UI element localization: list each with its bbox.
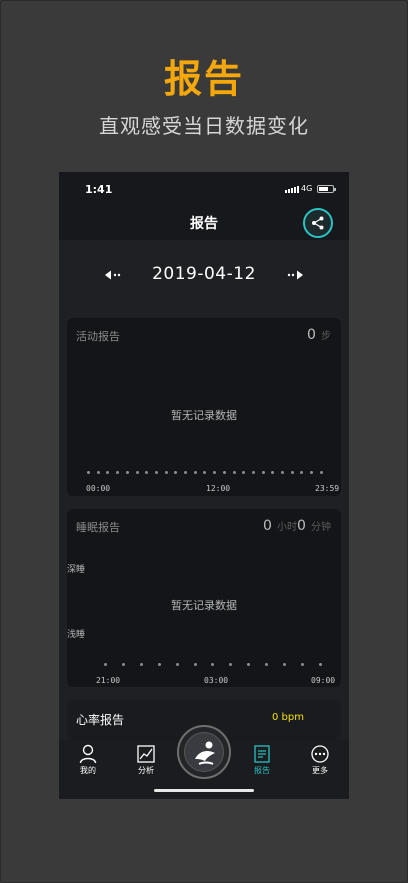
light-sleep-label: 浅睡: [67, 630, 86, 640]
sleep-title: 睡眠报告: [76, 521, 120, 534]
sleep-report-card[interactable]: 睡眠报告 0 小时0 分钟 深睡 暂无记录数据 浅睡 21:00 03:00 0…: [67, 509, 341, 687]
report-icon: [254, 745, 270, 763]
chart-icon: [137, 745, 155, 763]
status-bar: 1:41 4G: [59, 172, 349, 208]
activity-report-card[interactable]: 活动报告 0 步 暂无记录数据 00:00 12:00 23:59: [67, 318, 341, 496]
more-icon: [311, 745, 329, 763]
heart-title: 心率报告: [76, 713, 125, 727]
share-button[interactable]: [303, 208, 333, 238]
status-time: 1:41: [85, 183, 113, 196]
activity-tick-mid: 12:00: [206, 484, 231, 493]
sleep-hours-unit: 小时: [276, 522, 297, 533]
tab-more-label: 更多: [312, 766, 328, 775]
promo-title: 报告: [163, 57, 244, 101]
activity-steps: 0 步: [307, 324, 331, 343]
sleep-tick-mid: 03:00: [204, 676, 229, 685]
sleep-tick-start: 21:00: [96, 676, 121, 685]
activity-tick-end: 23:59: [315, 484, 340, 493]
battery-icon: [317, 185, 336, 193]
next-date-button[interactable]: [285, 265, 305, 285]
person-icon: [79, 744, 97, 764]
sleep-empty-text: 暂无记录数据: [171, 599, 237, 612]
report-content: 2019-04-12 活动报告 0 步 暂无记录数据 00:00 12:00 2…: [59, 240, 349, 740]
phone-screen: 1:41 4G 报告 2019-04-12 活动报告 0 步 暂无记录数据 00…: [59, 172, 349, 799]
promo-subtitle: 直观感受当日数据变化: [99, 114, 309, 138]
deep-sleep-label: 深睡: [67, 565, 86, 575]
steps-unit: 步: [321, 331, 331, 342]
tab-more[interactable]: 更多: [291, 740, 349, 799]
heart-rate-value: 0 bpm: [272, 712, 304, 723]
tab-analysis-label: 分析: [138, 766, 154, 775]
date-selector: 2019-04-12: [59, 240, 349, 310]
signal-icon: [285, 185, 299, 193]
center-run-button[interactable]: [177, 725, 231, 779]
sleep-hours: 0: [262, 518, 272, 534]
run-icon: [184, 732, 224, 772]
activity-empty-text: 暂无记录数据: [171, 409, 237, 422]
arrow-right-icon: [287, 270, 303, 280]
activity-tick-start: 00:00: [86, 484, 111, 493]
home-indicator: [154, 789, 254, 792]
sleep-axis-dots: [104, 663, 322, 666]
steps-value: 0: [306, 327, 316, 343]
network-type: 4G: [301, 184, 313, 193]
sleep-duration: 0 小时0 分钟: [263, 515, 331, 534]
share-icon: [312, 216, 324, 230]
tab-mine-label: 我的: [80, 766, 96, 775]
sleep-minutes: 0: [296, 518, 306, 534]
current-date[interactable]: 2019-04-12: [59, 264, 349, 284]
sleep-minutes-unit: 分钟: [311, 522, 331, 533]
tab-mine[interactable]: 我的: [59, 740, 117, 799]
activity-title: 活动报告: [76, 330, 120, 343]
sleep-tick-end: 09:00: [311, 676, 336, 685]
activity-axis-dots: [87, 471, 323, 474]
tab-report-label: 报告: [254, 766, 270, 775]
